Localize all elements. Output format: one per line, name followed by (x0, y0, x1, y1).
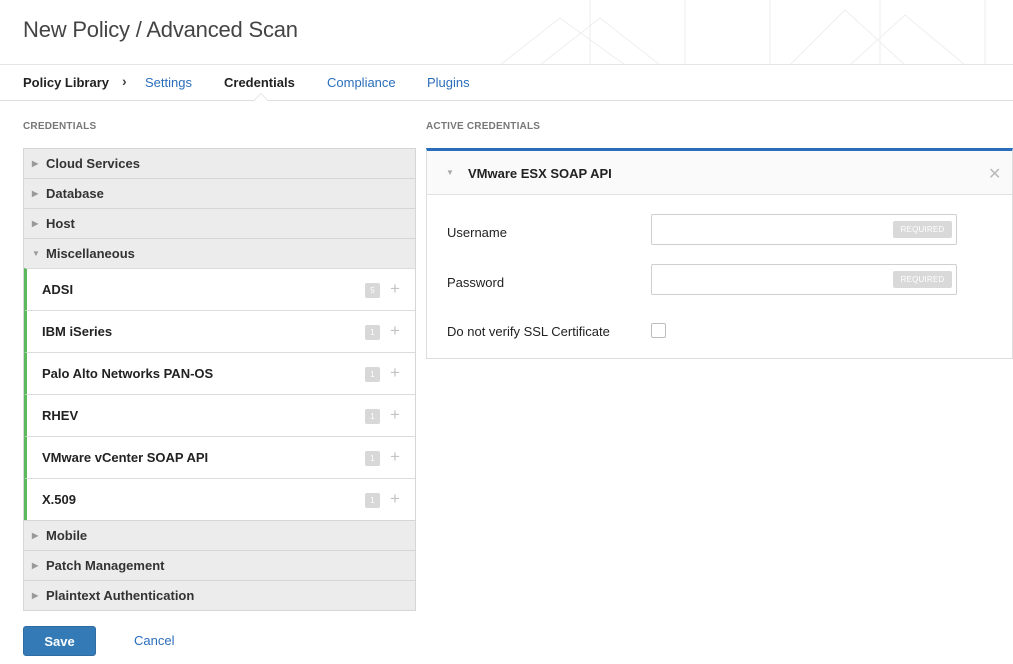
add-credential-icon[interactable]: + (390, 490, 400, 508)
tab-plugins[interactable]: Plugins (427, 75, 470, 90)
credentials-list: ▶ Cloud Services ▶ Database ▶ Host ▼ Mis… (23, 148, 416, 611)
required-badge: REQUIRED (893, 271, 952, 288)
close-icon[interactable]: ✕ (988, 164, 1001, 184)
credential-count-badge: 1 (365, 367, 380, 382)
add-credential-icon[interactable]: + (390, 280, 400, 298)
category-label: Patch Management (46, 558, 165, 573)
tab-credentials[interactable]: Credentials (224, 75, 295, 90)
credentials-heading: CREDENTIALS (23, 121, 97, 132)
expand-arrow-icon: ▶ (32, 591, 39, 600)
expand-arrow-icon: ▶ (32, 531, 39, 540)
credential-item-x509[interactable]: X.509 1 + (24, 478, 415, 520)
save-button[interactable]: Save (23, 626, 96, 656)
active-credential-card: ▼ VMware ESX SOAP API ✕ Username REQUIRE… (426, 148, 1013, 359)
credential-item-rhev[interactable]: RHEV 1 + (24, 394, 415, 436)
tab-compliance[interactable]: Compliance (327, 75, 396, 90)
credential-item-vmware-vcenter[interactable]: VMware vCenter SOAP API 1 + (24, 436, 415, 478)
credential-count-badge: 1 (365, 493, 380, 508)
credential-count-badge: 1 (365, 451, 380, 466)
ssl-verify-checkbox[interactable] (651, 323, 666, 338)
credential-count-badge: 1 (365, 325, 380, 340)
category-label: Cloud Services (46, 156, 140, 171)
category-database[interactable]: ▶ Database (24, 178, 415, 208)
credential-card-header[interactable]: ▼ VMware ESX SOAP API ✕ (427, 151, 1012, 195)
credential-item-label: ADSI (42, 282, 74, 297)
expand-arrow-icon: ▶ (32, 561, 39, 570)
page-header: New Policy / Advanced Scan (0, 0, 1013, 65)
credential-item-adsi[interactable]: ADSI 5 + (24, 268, 415, 310)
credential-item-palo-alto[interactable]: Palo Alto Networks PAN-OS 1 + (24, 352, 415, 394)
collapse-arrow-icon[interactable]: ▼ (446, 168, 454, 177)
breadcrumb-policy-library[interactable]: Policy Library (23, 75, 109, 90)
expand-arrow-icon: ▶ (32, 219, 39, 228)
category-label: Mobile (46, 528, 88, 543)
add-credential-icon[interactable]: + (390, 364, 400, 382)
category-miscellaneous[interactable]: ▼ Miscellaneous (24, 238, 415, 268)
active-credentials-heading: ACTIVE CREDENTIALS (426, 121, 541, 132)
add-credential-icon[interactable]: + (390, 448, 400, 466)
tab-bar: Policy Library › Settings Credentials Co… (0, 65, 1013, 101)
active-tab-indicator (253, 93, 269, 101)
credential-item-label: X.509 (42, 492, 76, 507)
required-badge: REQUIRED (893, 221, 952, 238)
add-credential-icon[interactable]: + (390, 322, 400, 340)
breadcrumb-chevron-icon: › (122, 73, 127, 89)
expand-arrow-icon: ▶ (32, 159, 39, 168)
cancel-button[interactable]: Cancel (134, 633, 174, 648)
collapse-arrow-icon: ▼ (32, 249, 40, 258)
category-label: Database (46, 186, 104, 201)
credential-item-label: VMware vCenter SOAP API (42, 450, 209, 465)
category-label: Miscellaneous (46, 246, 135, 261)
category-label: Host (46, 216, 75, 231)
category-plaintext-authentication[interactable]: ▶ Plaintext Authentication (24, 580, 415, 610)
category-host[interactable]: ▶ Host (24, 208, 415, 238)
ssl-verify-label: Do not verify SSL Certificate (447, 324, 610, 339)
category-cloud-services[interactable]: ▶ Cloud Services (24, 148, 415, 178)
credential-item-label: IBM iSeries (42, 324, 113, 339)
category-label: Plaintext Authentication (46, 588, 195, 603)
username-label: Username (447, 225, 507, 240)
password-label: Password (447, 275, 505, 290)
credential-item-label: Palo Alto Networks PAN-OS (42, 366, 214, 381)
category-mobile[interactable]: ▶ Mobile (24, 520, 415, 550)
credential-card-title: VMware ESX SOAP API (468, 166, 612, 181)
credential-item-label: RHEV (42, 408, 79, 423)
credential-item-ibm-iseries[interactable]: IBM iSeries 1 + (24, 310, 415, 352)
tab-settings[interactable]: Settings (145, 75, 192, 90)
page-title: New Policy / Advanced Scan (23, 17, 298, 42)
credential-count-badge: 5 (365, 283, 380, 298)
credential-count-badge: 1 (365, 409, 380, 424)
category-patch-management[interactable]: ▶ Patch Management (24, 550, 415, 580)
expand-arrow-icon: ▶ (32, 189, 39, 198)
add-credential-icon[interactable]: + (390, 406, 400, 424)
